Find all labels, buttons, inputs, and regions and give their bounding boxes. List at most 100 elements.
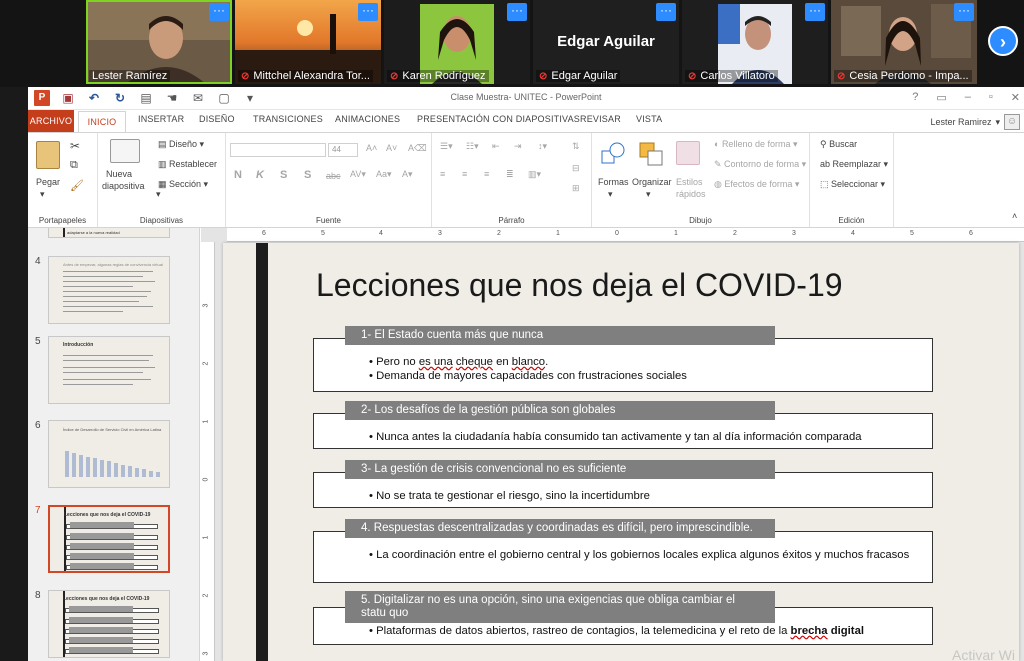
align-center-icon[interactable]: ≡: [462, 169, 467, 179]
shape-outline-button[interactable]: ✎ Contorno de forma ▾: [714, 159, 806, 170]
arrange-icon[interactable]: [638, 141, 664, 167]
participant-tile[interactable]: ··· Lester Ramírez: [86, 0, 232, 84]
more-options-button[interactable]: ···: [507, 3, 527, 21]
arrange-button[interactable]: Organizar: [632, 177, 672, 187]
columns-icon[interactable]: ▥▾: [528, 169, 541, 180]
quick-styles-label[interactable]: rápidos: [676, 189, 706, 199]
tab-vista[interactable]: VISTA: [636, 114, 662, 124]
slide-thumbnail-panel[interactable]: adaptarse a la nueva realidad 4 Antes de…: [28, 228, 200, 661]
decrease-indent-icon[interactable]: ⇤: [492, 141, 500, 152]
slide-title[interactable]: Lecciones que nos deja el COVID-19: [316, 267, 843, 304]
bullets-icon[interactable]: ☰▾: [440, 141, 453, 152]
tab-animaciones[interactable]: ANIMACIONES: [335, 114, 400, 124]
font-name-input[interactable]: [230, 143, 326, 157]
find-button[interactable]: ⚲ Buscar: [820, 139, 857, 150]
minimize-button[interactable]: –: [965, 91, 971, 104]
thumbnail-preview[interactable]: adaptarse a la nueva realidad: [48, 228, 170, 238]
bold-icon[interactable]: N: [234, 169, 242, 181]
more-options-button[interactable]: ···: [805, 3, 825, 21]
slide-editing-pane[interactable]: 6 5 4 3 2 1 0 1 2 3 4 5 6 3 2 1 0 1 2 3 …: [201, 228, 1024, 661]
new-slide-button-label[interactable]: diapositiva: [102, 181, 145, 191]
replace-button[interactable]: ab Reemplazar ▾: [820, 159, 888, 170]
increase-indent-icon[interactable]: ⇥: [514, 141, 522, 152]
help-button[interactable]: ?: [912, 91, 918, 104]
align-text-icon[interactable]: ⊟: [572, 163, 580, 174]
text-direction-icon[interactable]: ⇅: [572, 141, 580, 152]
account-menu[interactable]: Lester Ramirez ▾ ☺: [930, 114, 1020, 130]
lesson-bullets[interactable]: • Pero no es una cheque en blanco. • Dem…: [369, 356, 913, 383]
shrink-font-icon[interactable]: A˅: [386, 143, 397, 153]
participant-tile[interactable]: Edgar Aguilar ··· ⊘ Edgar Aguilar: [533, 0, 679, 84]
thumbnail-preview[interactable]: Introducción: [48, 336, 170, 404]
lesson-heading[interactable]: 2- Los desafíos de la gestión pública so…: [345, 401, 775, 420]
close-button[interactable]: ✕: [1011, 91, 1020, 104]
lesson-heading[interactable]: 1- El Estado cuenta más que nunca: [345, 326, 775, 345]
paste-icon[interactable]: [36, 141, 60, 169]
font-color-icon[interactable]: A▾: [402, 169, 413, 180]
smartart-icon[interactable]: ⊞: [572, 183, 580, 194]
grow-font-icon[interactable]: A˄: [366, 143, 377, 153]
tab-diseno[interactable]: DISEÑO: [199, 114, 235, 124]
shapes-icon[interactable]: [600, 141, 626, 167]
tab-archivo[interactable]: ARCHIVO: [28, 110, 74, 132]
slide-canvas[interactable]: Lecciones que nos deja el COVID-19 1- El…: [223, 243, 1019, 661]
participant-tile[interactable]: ··· ⊘ Carlos Villatoro: [682, 0, 828, 84]
lesson-bullets[interactable]: • Nunca antes la ciudadanía había consum…: [369, 431, 913, 445]
lesson-heading[interactable]: 3- La gestión de crisis convencional no …: [345, 460, 775, 479]
clear-format-icon[interactable]: A⌫: [408, 143, 427, 154]
lesson-bullets[interactable]: • Plataformas de datos abiertos, rastreo…: [369, 625, 913, 639]
format-painter-icon[interactable]: 🖌: [70, 179, 84, 192]
tab-transiciones[interactable]: TRANSICIONES: [253, 114, 323, 124]
tab-insertar[interactable]: INSERTAR: [138, 114, 184, 124]
justify-icon[interactable]: ≣: [506, 169, 514, 180]
shape-fill-button[interactable]: ◐ Relleno de forma ▾: [714, 139, 798, 150]
strikethrough-icon[interactable]: abc: [326, 171, 341, 181]
shadow-icon[interactable]: S: [304, 169, 311, 181]
font-size-input[interactable]: 44: [328, 143, 358, 157]
ribbon-display-button[interactable]: ▭: [936, 91, 946, 104]
collapse-ribbon-icon[interactable]: ˄: [1012, 211, 1017, 221]
participant-tile[interactable]: ··· ⊘ Karen Rodríguez: [384, 0, 530, 84]
more-options-button[interactable]: ···: [209, 3, 229, 21]
tab-inicio[interactable]: INICIO: [78, 111, 126, 132]
italic-icon[interactable]: K: [256, 169, 264, 181]
cut-icon[interactable]: ✂: [70, 139, 80, 153]
underline-icon[interactable]: S: [280, 169, 287, 181]
thumbnail-preview[interactable]: Lecciones que nos deja el COVID-19: [48, 590, 170, 658]
change-case-icon[interactable]: Aa▾: [376, 169, 392, 180]
chevron-right-icon[interactable]: ›: [988, 26, 1018, 56]
select-button[interactable]: ⬚ Seleccionar ▾: [820, 179, 885, 190]
participant-tile[interactable]: ··· ⊘ Cesia Perdomo - Impa...: [831, 0, 977, 84]
lesson-bullets[interactable]: • No se trata te gestionar el riesgo, si…: [369, 490, 913, 504]
reset-button[interactable]: ▥ Restablecer: [158, 159, 217, 170]
paste-button[interactable]: Pegar: [36, 177, 60, 187]
participant-tile[interactable]: ··· ⊘ Mittchel Alexandra Tor...: [235, 0, 381, 84]
new-slide-icon[interactable]: [110, 139, 140, 163]
chevron-down-icon[interactable]: ▾: [40, 189, 45, 200]
quick-styles-icon[interactable]: [676, 141, 700, 165]
line-spacing-icon[interactable]: ↕▾: [538, 141, 547, 152]
thumbnail-preview[interactable]: Antes de empezar, algunas reglas de conv…: [48, 256, 170, 324]
more-options-button[interactable]: ···: [954, 3, 974, 21]
align-right-icon[interactable]: ≡: [484, 169, 489, 179]
thumbnail-preview[interactable]: Lecciones que nos deja el COVID-19: [48, 505, 170, 573]
numbering-icon[interactable]: ☷▾: [466, 141, 479, 152]
more-options-button[interactable]: ···: [656, 3, 676, 21]
copy-icon[interactable]: ⧉: [70, 159, 78, 172]
quick-styles-button[interactable]: Estilos: [676, 177, 703, 187]
shape-effects-button[interactable]: ◍ Efectos de forma ▾: [714, 179, 799, 190]
more-options-button[interactable]: ···: [358, 3, 378, 21]
section-button[interactable]: ▦ Sección ▾: [158, 179, 208, 190]
lesson-bullets[interactable]: • La coordinación entre el gobierno cent…: [369, 549, 913, 563]
restore-button[interactable]: ▫: [989, 91, 993, 104]
align-left-icon[interactable]: ≡: [440, 169, 445, 179]
lesson-heading[interactable]: 4. Respuestas descentralizadas y coordin…: [345, 519, 775, 538]
lesson-heading[interactable]: 5. Digitalizar no es una opción, sino un…: [345, 591, 775, 623]
thumbnail-preview[interactable]: Índice de Desarrollo de Servicio Civil e…: [48, 420, 170, 488]
new-slide-button[interactable]: Nueva: [106, 169, 132, 179]
tab-presentacion[interactable]: PRESENTACIÓN CON DIAPOSITIVAS: [417, 114, 580, 124]
shapes-button[interactable]: Formas: [598, 177, 629, 187]
tab-revisar[interactable]: REVISAR: [580, 114, 621, 124]
layout-button[interactable]: ▤ Diseño ▾: [158, 139, 204, 150]
spacing-icon[interactable]: AV▾: [350, 169, 366, 180]
